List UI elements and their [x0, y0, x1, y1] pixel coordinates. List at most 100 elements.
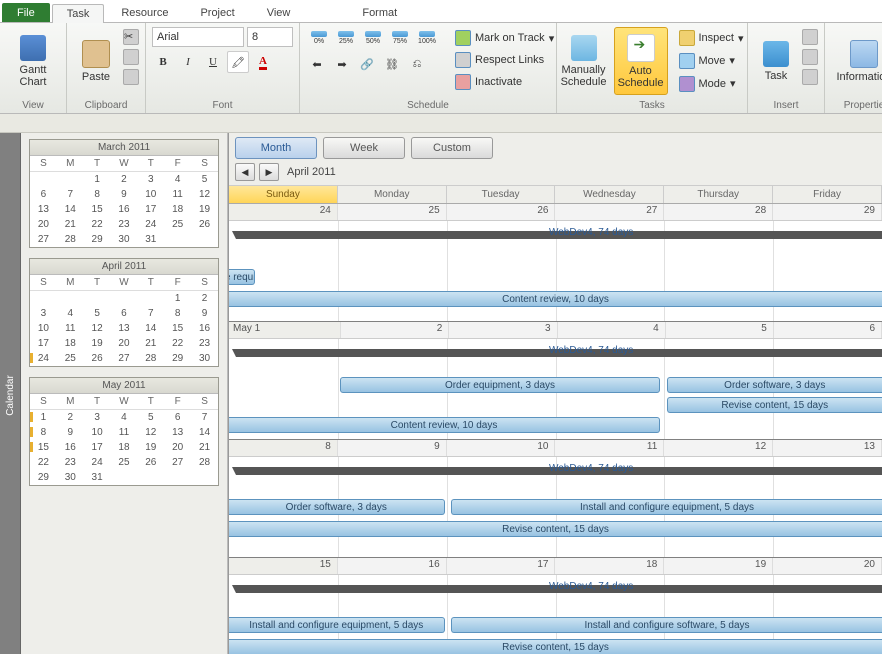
- move-button[interactable]: Move▾: [674, 50, 749, 72]
- mini-cal-day[interactable]: 20: [30, 217, 57, 232]
- date-cell[interactable]: 5: [666, 322, 774, 338]
- mode-button[interactable]: Mode▾: [674, 73, 749, 95]
- font-size-combo[interactable]: 8: [247, 27, 293, 47]
- task-bar[interactable]: Content review, 10 days: [229, 291, 882, 307]
- pct-100[interactable]: 100%: [414, 27, 440, 49]
- mini-calendar[interactable]: May 2011SMTWTFS1234567891011121314151617…: [29, 377, 219, 486]
- mini-cal-day[interactable]: 17: [137, 202, 164, 217]
- mini-cal-day[interactable]: 25: [164, 217, 191, 232]
- mini-cal-day[interactable]: 10: [137, 187, 164, 202]
- view-custom-button[interactable]: Custom: [411, 137, 493, 159]
- mini-cal-day[interactable]: 11: [164, 187, 191, 202]
- mini-cal-day[interactable]: 21: [191, 440, 218, 455]
- pct-0[interactable]: 0%: [306, 27, 332, 49]
- next-period-button[interactable]: ▶: [259, 163, 279, 181]
- mini-cal-day[interactable]: 30: [111, 232, 138, 247]
- mini-cal-day[interactable]: 12: [137, 425, 164, 440]
- mini-cal-day[interactable]: 14: [137, 321, 164, 336]
- mini-cal-day[interactable]: 7: [191, 410, 218, 426]
- date-cell[interactable]: 27: [555, 204, 664, 220]
- pct-75[interactable]: 75%: [387, 27, 413, 49]
- tab-resource[interactable]: Resource: [106, 3, 183, 22]
- task-bar[interactable]: Install and configure software, 5 days: [451, 617, 882, 633]
- mini-cal-day[interactable]: 18: [164, 202, 191, 217]
- mini-cal-day[interactable]: 1: [84, 172, 111, 188]
- mini-cal-day[interactable]: 20: [111, 336, 138, 351]
- mini-cal-day[interactable]: 20: [164, 440, 191, 455]
- deliverable-button[interactable]: [802, 69, 818, 85]
- mini-cal-day[interactable]: 23: [191, 336, 218, 351]
- font-family-combo[interactable]: Arial: [152, 27, 244, 47]
- auto-schedule-button[interactable]: Auto Schedule: [614, 27, 668, 95]
- task-bar[interactable]: Order software, 3 days: [667, 377, 882, 393]
- information-button[interactable]: Information: [831, 27, 882, 95]
- date-cell[interactable]: 11: [555, 440, 664, 456]
- mini-cal-day[interactable]: 9: [57, 425, 84, 440]
- bgcolor-button[interactable]: 🖍: [227, 51, 249, 73]
- mini-cal-day[interactable]: 26: [191, 217, 218, 232]
- mini-cal-day[interactable]: 23: [57, 455, 84, 470]
- mini-cal-day[interactable]: 2: [191, 291, 218, 307]
- mini-cal-day[interactable]: 16: [57, 440, 84, 455]
- mini-cal-day[interactable]: 21: [57, 217, 84, 232]
- mini-cal-day[interactable]: 1: [30, 410, 57, 426]
- outdent-button[interactable]: ⬅: [306, 53, 328, 75]
- mini-cal-day[interactable]: 3: [84, 410, 111, 426]
- mini-cal-day[interactable]: 16: [111, 202, 138, 217]
- date-cell[interactable]: 15: [229, 558, 338, 574]
- pct-50[interactable]: 50%: [360, 27, 386, 49]
- mini-calendar[interactable]: March 2011SMTWTFS12345678910111213141516…: [29, 139, 219, 248]
- date-cell[interactable]: 13: [773, 440, 882, 456]
- mini-cal-day[interactable]: 12: [84, 321, 111, 336]
- date-cell[interactable]: 25: [338, 204, 447, 220]
- mini-cal-day[interactable]: 2: [111, 172, 138, 188]
- summary-task-button[interactable]: [802, 29, 818, 45]
- task-bar[interactable]: Revise content, 15 days: [667, 397, 882, 413]
- date-cell[interactable]: 26: [447, 204, 556, 220]
- mini-cal-day[interactable]: 16: [191, 321, 218, 336]
- date-cell[interactable]: 29: [773, 204, 882, 220]
- mini-cal-day[interactable]: 12: [191, 187, 218, 202]
- milestone-button[interactable]: [802, 49, 818, 65]
- unlink-button[interactable]: ⛓: [381, 53, 403, 75]
- mini-cal-day[interactable]: 15: [30, 440, 57, 455]
- fontcolor-button[interactable]: A: [252, 51, 274, 73]
- mini-cal-day[interactable]: 8: [164, 306, 191, 321]
- mini-cal-day[interactable]: 24: [30, 351, 57, 366]
- mini-cal-day[interactable]: 17: [84, 440, 111, 455]
- mini-cal-day[interactable]: 21: [137, 336, 164, 351]
- mini-cal-day[interactable]: 1: [164, 291, 191, 307]
- date-cell[interactable]: May 1: [229, 322, 341, 338]
- task-bar[interactable]: Revise content, 15 days: [229, 521, 882, 537]
- date-cell[interactable]: 20: [773, 558, 882, 574]
- mini-cal-day[interactable]: 13: [30, 202, 57, 217]
- date-cell[interactable]: 19: [664, 558, 773, 574]
- date-cell[interactable]: 10: [447, 440, 556, 456]
- mini-cal-day[interactable]: 11: [57, 321, 84, 336]
- mini-cal-day[interactable]: 28: [57, 232, 84, 247]
- mini-cal-day[interactable]: 8: [84, 187, 111, 202]
- mini-cal-day[interactable]: 24: [84, 455, 111, 470]
- mini-cal-day[interactable]: 19: [84, 336, 111, 351]
- mini-cal-day[interactable]: 10: [30, 321, 57, 336]
- mini-cal-day[interactable]: 6: [30, 187, 57, 202]
- mini-cal-day[interactable]: 7: [137, 306, 164, 321]
- mini-cal-day[interactable]: 26: [137, 455, 164, 470]
- task-bar[interactable]: Content review, 10 days: [229, 417, 660, 433]
- date-cell[interactable]: 6: [774, 322, 882, 338]
- tab-view[interactable]: View: [252, 3, 306, 22]
- task-bar[interactable]: Revise content, 15 days: [229, 639, 882, 654]
- inactivate-button[interactable]: Inactivate: [450, 71, 559, 93]
- mini-cal-day[interactable]: 15: [164, 321, 191, 336]
- mini-cal-day[interactable]: 5: [137, 410, 164, 426]
- calendar-rail[interactable]: Calendar: [0, 133, 21, 654]
- mini-cal-day[interactable]: 9: [191, 306, 218, 321]
- view-week-button[interactable]: Week: [323, 137, 405, 159]
- mini-cal-day[interactable]: 4: [111, 410, 138, 426]
- view-month-button[interactable]: Month: [235, 137, 317, 159]
- tab-task[interactable]: Task: [52, 4, 105, 23]
- task-bar[interactable]: Order equipment, 3 days: [340, 377, 660, 393]
- mini-cal-day[interactable]: 4: [57, 306, 84, 321]
- split-button[interactable]: ⎌: [406, 53, 428, 75]
- mini-cal-day[interactable]: 9: [111, 187, 138, 202]
